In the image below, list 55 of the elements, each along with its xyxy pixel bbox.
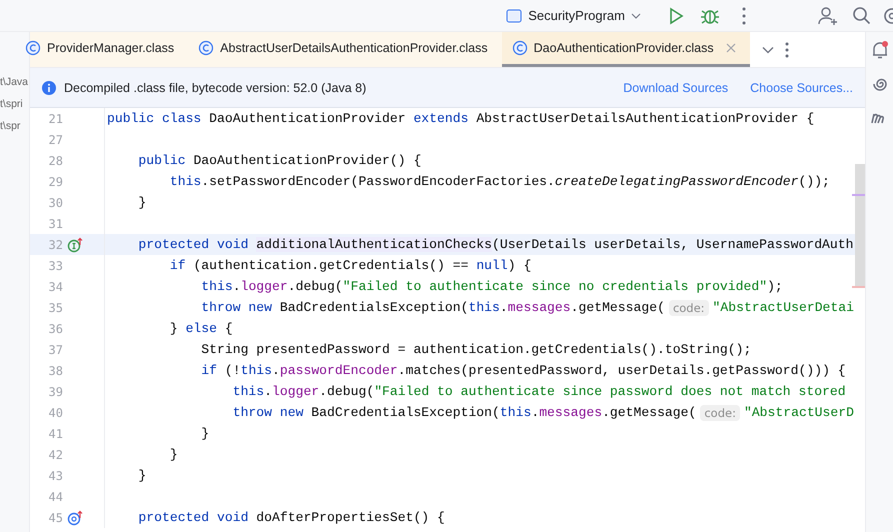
line-number: 43: [48, 468, 63, 482]
line-number: 38: [48, 364, 63, 378]
line-number: 27: [48, 132, 63, 146]
code-line: 39 this.logger.debug("Failed to authenticate since password does not match stored: [30, 381, 865, 402]
error-stripe-mark: [852, 286, 865, 288]
line-number: 30: [48, 196, 63, 210]
implementing-method-icon[interactable]: [67, 236, 83, 252]
run-configuration-dropdown[interactable]: SecurityProgram: [500, 8, 647, 23]
info-icon: [42, 80, 56, 94]
line-number: 41: [48, 426, 63, 440]
line-number: 31: [48, 216, 63, 230]
code-line: 35 throw new BadCredentialsException(this.messages.getMessage( code: "AbstractUserDetai: [30, 297, 865, 318]
code-line: 37 String presentedPassword = authentication.getCredentials().toString();: [30, 339, 865, 360]
line-number: 42: [48, 448, 63, 462]
code-line: 42 }: [30, 444, 865, 465]
code-line: 41 }: [30, 423, 865, 444]
code-line: 21 public class DaoAuthenticationProvider extends AbstractUserDetailsAuthenticationProvider {: [30, 108, 865, 129]
code-line: 38 if (!this.passwordEncoder.matches(presentedPassword, userDetails.getPassword())) {: [30, 360, 865, 381]
banner-link[interactable]: Download Sources: [623, 80, 728, 94]
error-stripe-mark: [852, 194, 865, 196]
banner-message: Decompiled .class file, bytecode version: 52.0 (Java 8): [64, 80, 368, 94]
banner-link[interactable]: Choose Sources...: [750, 80, 853, 94]
project-tree-item[interactable]: t\Java: [0, 74, 29, 90]
project-tree-item[interactable]: t\spri: [0, 96, 29, 112]
window-icon: [506, 8, 522, 22]
file-tab[interactable]: ProviderManager.class: [25, 32, 188, 67]
line-number: 33: [48, 258, 63, 272]
more-icon[interactable]: [784, 40, 790, 58]
code-line: 36 } else {: [30, 318, 865, 339]
line-number: 29: [48, 174, 63, 188]
scrollbar-thumb[interactable]: [855, 164, 865, 288]
line-number: 40: [48, 406, 63, 420]
class-icon: [512, 40, 528, 56]
chevron-down-icon[interactable]: [762, 46, 774, 54]
line-number: 36: [48, 322, 63, 336]
code-line: 45 protected void doAfterPropertiesSet() {: [30, 507, 865, 528]
code-line: 43 }: [30, 465, 865, 486]
line-number: 37: [48, 342, 63, 356]
line-number: 21: [48, 112, 63, 126]
class-icon: [25, 40, 41, 56]
line-number: 35: [48, 300, 63, 314]
project-tree-item[interactable]: t\spr: [0, 118, 29, 134]
chevron-down-icon: [631, 12, 641, 18]
line-number: 28: [48, 154, 63, 168]
overriding-method-icon[interactable]: [67, 510, 83, 526]
code-line: 40 throw new BadCredentialsException(this.messages.getMessage( code: "AbstractUserD: [30, 402, 865, 423]
line-number: 32: [48, 238, 63, 252]
class-icon: [198, 40, 214, 56]
line-number: 44: [48, 490, 63, 504]
file-tab[interactable]: DaoAuthenticationProvider.class: [502, 32, 750, 67]
line-number: 45: [48, 510, 63, 524]
code-line: 28 public DaoAuthenticationProvider() {: [30, 150, 865, 171]
line-number: 34: [48, 280, 63, 294]
line-number: 39: [48, 384, 63, 398]
file-tab[interactable]: AbstractUserDetailsAuthenticationProvider.class: [188, 32, 502, 67]
